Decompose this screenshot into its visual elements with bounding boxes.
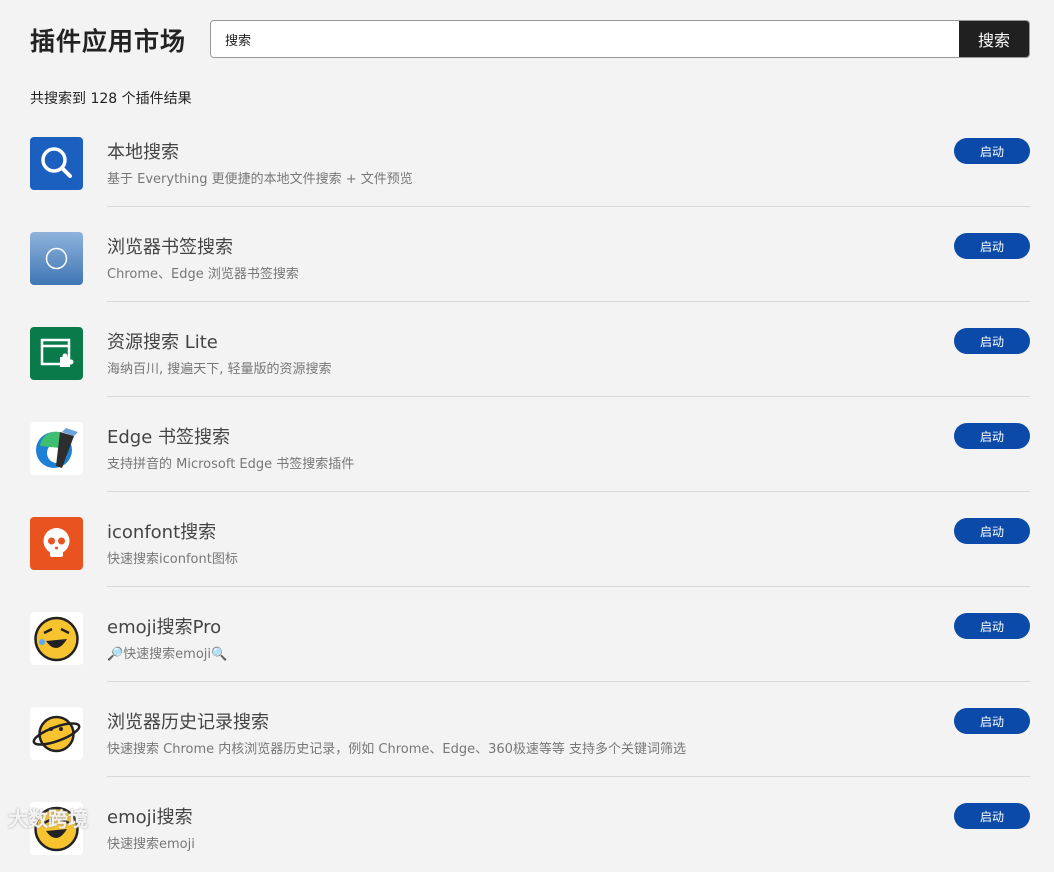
result-count: 共搜索到 128 个插件结果 [30,91,192,107]
search-box: 搜索 [210,20,1030,58]
plugin-name: iconfont搜索 [107,522,217,543]
plugin-desc: 快速搜索 Chrome 内核浏览器历史记录，例如 Chrome、Edge、360… [107,742,687,757]
plugin-item[interactable]: 浏览器历史记录搜索 快速搜索 Chrome 内核浏览器历史记录，例如 Chrom… [30,682,1030,777]
planet-emoji-icon [30,707,83,760]
start-button[interactable]: 启动 [954,138,1030,164]
plugin-item[interactable]: emoji搜索 快速搜索emoji 启动 [30,777,1030,872]
page-title: 插件应用市场 [30,27,187,56]
plugin-desc: 海纳百川, 搜遍天下, 轻量版的资源搜索 [107,362,332,377]
watermark: 大数跨境 [8,807,88,831]
start-button[interactable]: 启动 [954,233,1030,259]
plugin-desc: 快速搜索iconfont图标 [107,552,238,567]
plugin-name: 浏览器历史记录搜索 [107,712,269,733]
plugin-item[interactable]: 资源搜索 Lite 海纳百川, 搜遍天下, 轻量版的资源搜索 启动 [30,302,1030,397]
plugin-desc: 🔎快速搜索emoji🔍 [107,647,228,662]
search-input[interactable] [211,21,956,57]
header: 插件应用市场 搜索 [30,20,1030,58]
skull-icon [30,517,83,570]
plugin-name: 本地搜索 [107,142,179,163]
edge-icon [30,422,83,475]
plugin-item[interactable]: emoji搜索Pro 🔎快速搜索emoji🔍 启动 [30,587,1030,682]
magnifier-icon [30,137,83,190]
start-button[interactable]: 启动 [954,803,1030,829]
plugin-item[interactable]: iconfont搜索 快速搜索iconfont图标 启动 [30,492,1030,587]
plugin-name: 资源搜索 Lite [107,332,218,353]
start-button[interactable]: 启动 [954,518,1030,544]
plugin-item[interactable]: Edge 书签搜索 支持拼音的 Microsoft Edge 书签搜索插件 启动 [30,397,1030,492]
start-button[interactable]: 启动 [954,423,1030,449]
plugin-name: emoji搜索 [107,807,193,828]
plugin-desc: Chrome、Edge 浏览器书签搜索 [107,267,299,282]
plugin-name: 浏览器书签搜索 [107,237,233,258]
start-button[interactable]: 启动 [954,613,1030,639]
search-button[interactable]: 搜索 [959,21,1029,57]
window-puzzle-icon [30,327,83,380]
plugin-item[interactable]: 本地搜索 基于 Everything 更便捷的本地文件搜索 + 文件预览 启动 [30,112,1030,207]
plugin-list: 本地搜索 基于 Everything 更便捷的本地文件搜索 + 文件预览 启动 … [30,112,1030,872]
plugin-name: Edge 书签搜索 [107,427,231,448]
circle-icon [30,232,83,285]
plugin-desc: 快速搜索emoji [107,837,195,852]
plugin-desc: 基于 Everything 更便捷的本地文件搜索 + 文件预览 [107,172,413,187]
start-button[interactable]: 启动 [954,328,1030,354]
plugin-name: emoji搜索Pro [107,617,222,638]
plugin-item[interactable]: 浏览器书签搜索 Chrome、Edge 浏览器书签搜索 启动 [30,207,1030,302]
start-button[interactable]: 启动 [954,708,1030,734]
plugin-desc: 支持拼音的 Microsoft Edge 书签搜索插件 [107,457,355,472]
laughing-emoji-icon [30,612,83,665]
